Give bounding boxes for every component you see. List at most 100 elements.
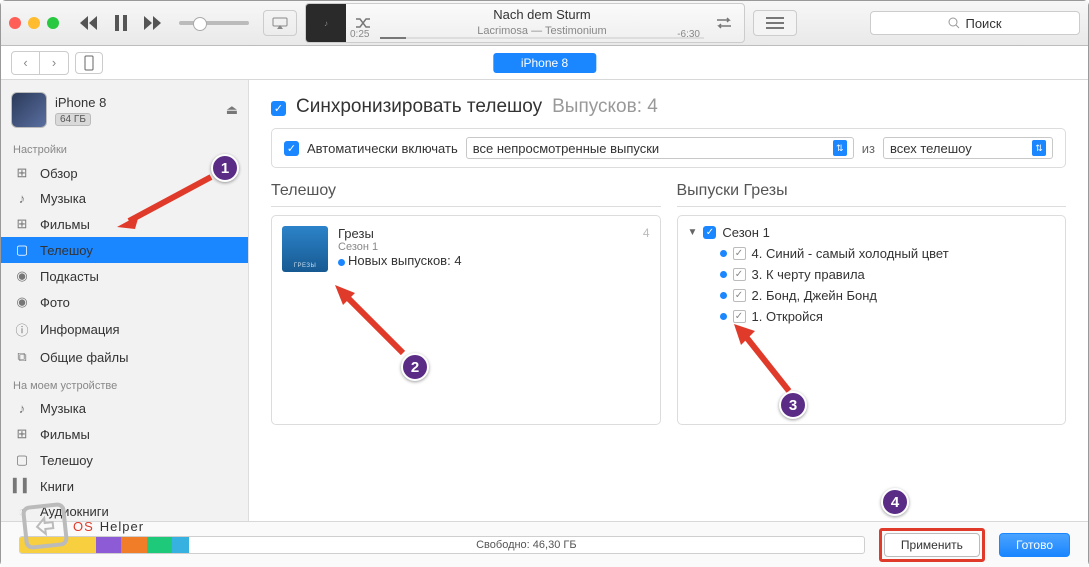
- sidebar-icon: ⊞: [13, 216, 31, 232]
- show-row[interactable]: Грезы Сезон 1 Новых выпусков: 4 4: [282, 226, 650, 272]
- sidebar-item-label: Общие файлы: [40, 350, 128, 365]
- next-track-button[interactable]: [141, 11, 165, 35]
- done-button[interactable]: Готово: [999, 533, 1070, 557]
- disclosure-triangle-icon[interactable]: ▼: [688, 227, 698, 238]
- sidebar-icon: ♪: [13, 401, 31, 416]
- unwatched-dot-icon: [720, 271, 727, 278]
- episode-checkbox[interactable]: ✓: [733, 247, 746, 260]
- annotation-callout: 3: [779, 391, 807, 419]
- repeat-button[interactable]: [704, 16, 744, 30]
- sidebar-item-label: Фильмы: [40, 427, 90, 442]
- zoom-icon[interactable]: [47, 17, 59, 29]
- sidebar-icon: ◉: [13, 294, 31, 310]
- unwatched-dot-icon: [720, 250, 727, 257]
- sidebar-item[interactable]: ▢ Телешоу: [1, 237, 248, 263]
- show-season: Сезон 1: [338, 241, 633, 253]
- sidebar-icon: ⓘ: [13, 320, 31, 339]
- sidebar-item[interactable]: ▢Телешоу: [1, 447, 248, 473]
- sidebar-item[interactable]: ◉ Подкасты: [1, 263, 248, 289]
- sidebar-icon: ▢: [13, 242, 31, 258]
- episode-checkbox[interactable]: ✓: [733, 289, 746, 302]
- apply-button[interactable]: Применить: [884, 533, 980, 557]
- prev-track-button[interactable]: [77, 11, 101, 35]
- auto-include-bar: ✓ Автоматически включать все непросмотре…: [271, 128, 1066, 168]
- sidebar-icon: ⊞: [13, 426, 31, 442]
- minimize-icon[interactable]: [28, 17, 40, 29]
- sidebar: iPhone 8 64 ГБ ⏏ Настройки ⊞Обзор♪Музыка…: [1, 80, 249, 521]
- episode-row[interactable]: ✓3. К черту правила: [678, 264, 1066, 285]
- sidebar-item[interactable]: ⓘ Информация: [1, 315, 248, 344]
- annotation-arrow: [731, 321, 801, 399]
- sync-label: Синхронизировать телешоу: [296, 96, 542, 118]
- sidebar-item[interactable]: ◉ Фото: [1, 289, 248, 315]
- nav-back-forward: ‹ ›: [11, 51, 69, 75]
- player-toolbar: ♪ Nach dem Sturm Lacrimosa — Testimonium…: [1, 1, 1088, 46]
- sidebar-icon: ◉: [13, 268, 31, 284]
- show-name: Грезы: [338, 226, 633, 241]
- sidebar-item[interactable]: ▍▍Книги: [1, 473, 248, 499]
- episode-row[interactable]: ✓4. Синий - самый холодный цвет: [678, 243, 1066, 264]
- episode-checkbox[interactable]: ✓: [733, 268, 746, 281]
- auto-label: Автоматически включать: [307, 141, 458, 156]
- scrubber[interactable]: [380, 37, 704, 39]
- free-space-label: Свободно: 46,30 ГБ: [189, 539, 864, 551]
- sidebar-device-header[interactable]: iPhone 8 64 ГБ ⏏: [1, 86, 248, 134]
- sidebar-item-label: Подкасты: [40, 269, 99, 284]
- sidebar-item-label: Музыка: [40, 401, 86, 416]
- chevron-updown-icon: ⇅: [1032, 140, 1046, 156]
- queue-button[interactable]: [753, 10, 797, 36]
- annotation-callout: 1: [211, 154, 239, 182]
- season-row[interactable]: ▼ ✓ Сезон 1: [678, 222, 1066, 243]
- pause-button[interactable]: [109, 11, 133, 35]
- sidebar-item-label: Музыка: [40, 191, 86, 206]
- footer-bar: Свободно: 46,30 ГБ Применить Готово: [1, 521, 1088, 567]
- annotation-arrow: [111, 171, 221, 231]
- device-name: iPhone 8: [55, 95, 218, 110]
- sync-checkbox[interactable]: ✓: [271, 101, 286, 116]
- sidebar-icon: ♪: [13, 191, 31, 206]
- season-checkbox[interactable]: ✓: [703, 226, 716, 239]
- sidebar-item[interactable]: ⧉Общие файлы: [1, 344, 248, 370]
- sidebar-section-ondevice: На моем устройстве: [1, 370, 248, 396]
- airplay-button[interactable]: [263, 10, 297, 36]
- eject-icon[interactable]: ⏏: [226, 102, 238, 118]
- shuffle-button[interactable]: [346, 17, 380, 29]
- volume-slider[interactable]: [179, 21, 249, 25]
- sync-count: Выпусков: 4: [552, 96, 658, 118]
- sidebar-item-label: Телешоу: [40, 243, 93, 258]
- show-episode-count: 4: [643, 226, 650, 272]
- watermark-icon: [21, 502, 69, 550]
- show-new-count: Новых выпусков: 4: [338, 253, 633, 268]
- episode-row[interactable]: ✓ 2. Бонд, Джейн Бонд: [678, 285, 1066, 306]
- episode-title: 2. Бонд, Джейн Бонд: [752, 288, 878, 303]
- auto-checkbox[interactable]: ✓: [284, 141, 299, 156]
- season-label: Сезон 1: [722, 225, 769, 240]
- of-label: из: [862, 141, 875, 156]
- shows-select[interactable]: всех телешоу⇅: [883, 137, 1053, 159]
- annotation-callout: 4: [881, 488, 909, 516]
- sidebar-icon: ⊞: [13, 165, 31, 181]
- chevron-updown-icon: ⇅: [833, 140, 847, 156]
- unwatched-dot-icon: [720, 292, 727, 299]
- forward-button[interactable]: ›: [40, 52, 68, 74]
- sidebar-item-label: Обзор: [40, 166, 78, 181]
- episodes-select[interactable]: все непросмотренные выпуски⇅: [466, 137, 854, 159]
- episodes-header: Выпуски Грезы: [677, 182, 1067, 207]
- track-title: Nach dem Sturm: [380, 7, 704, 24]
- sidebar-item[interactable]: ⊞ Фильмы: [1, 421, 248, 447]
- device-pill[interactable]: iPhone 8: [493, 53, 596, 73]
- window-controls: [9, 17, 59, 29]
- back-button[interactable]: ‹: [12, 52, 40, 74]
- sidebar-item-label: Информация: [40, 322, 120, 337]
- sidebar-item-label: Фото: [40, 295, 70, 310]
- device-button[interactable]: [75, 52, 103, 74]
- now-playing: ♪ Nach dem Sturm Lacrimosa — Testimonium…: [305, 3, 745, 43]
- close-icon[interactable]: [9, 17, 21, 29]
- remaining-time: -6:30: [677, 29, 700, 40]
- unwatched-dot-icon: [720, 313, 727, 320]
- search-input[interactable]: Поиск: [870, 11, 1080, 35]
- shows-list: Грезы Сезон 1 Новых выпусков: 4 4: [271, 215, 661, 425]
- show-artwork: [282, 226, 328, 272]
- annotation-callout: 2: [401, 353, 429, 381]
- sidebar-item[interactable]: ♪ Музыка: [1, 396, 248, 421]
